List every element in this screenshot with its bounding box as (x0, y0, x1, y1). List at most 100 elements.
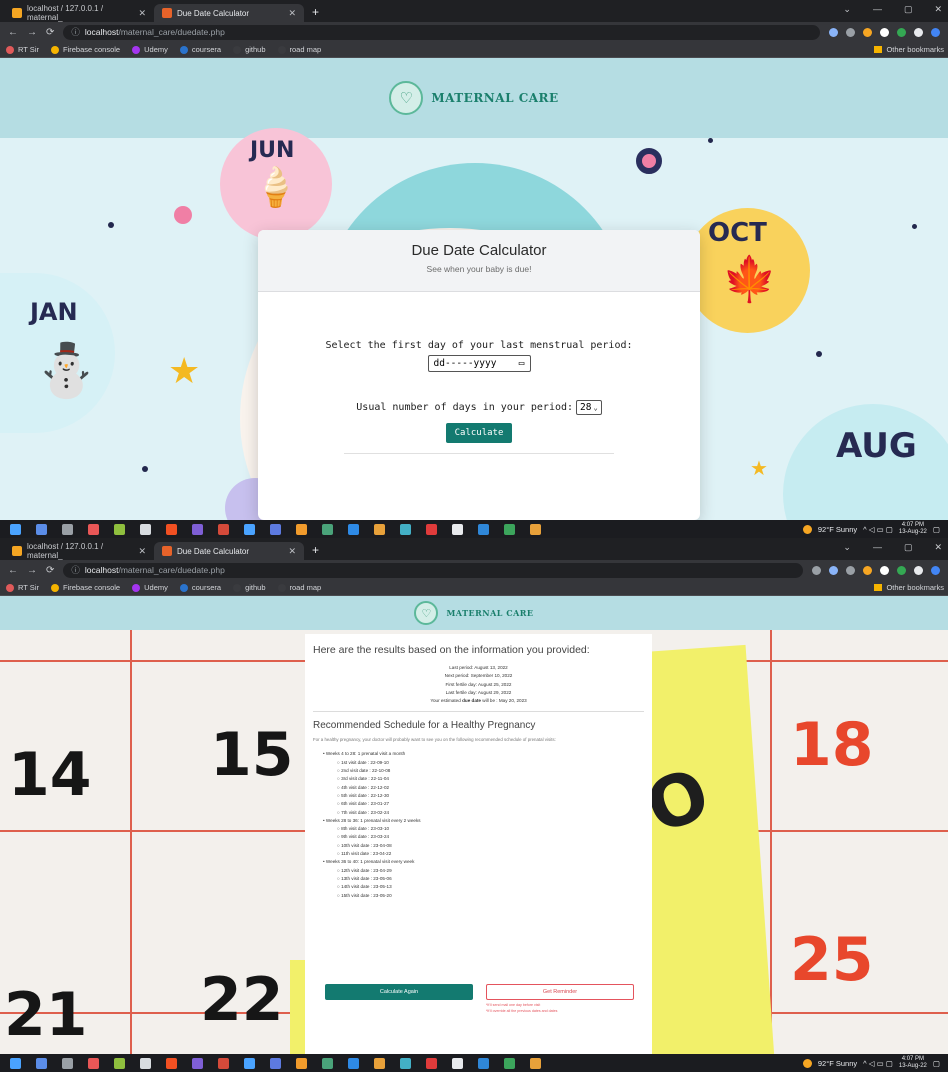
extension-icon[interactable] (863, 27, 872, 37)
bookmark-road-map[interactable]: road map (277, 583, 321, 592)
new-tab-icon[interactable]: + (304, 543, 327, 560)
taskbar-app-icon[interactable] (504, 1057, 515, 1069)
taskbar-app-icon[interactable] (452, 523, 463, 535)
taskbar-app-icon[interactable] (140, 1057, 151, 1069)
reload-icon[interactable]: ⟳ (46, 565, 54, 576)
calculate-button[interactable]: Calculate (445, 423, 513, 443)
taskbar-app-icon[interactable] (218, 523, 229, 535)
taskbar-app-icon[interactable] (426, 1057, 437, 1069)
taskbar-app-icon[interactable] (452, 1057, 463, 1069)
chrome-icon[interactable] (530, 523, 541, 535)
taskbar-app-icon[interactable] (36, 523, 47, 535)
logo-icon[interactable]: ♡ (414, 601, 439, 625)
taskbar-app-icon[interactable] (88, 523, 99, 535)
taskbar-app-icon[interactable] (400, 1057, 411, 1069)
taskbar-app-icon[interactable] (296, 523, 307, 535)
puzzle-icon[interactable] (914, 27, 923, 37)
clock[interactable]: 4:07 PM 13-Aug-22 (899, 522, 927, 536)
close-icon[interactable]: ✕ (138, 546, 146, 557)
close-icon[interactable]: ✕ (288, 546, 296, 557)
back-icon[interactable]: ← (8, 565, 18, 576)
close-icon[interactable]: ✕ (138, 8, 146, 19)
bookmark-road-map[interactable]: road map (277, 45, 321, 54)
taskbar-app-icon[interactable] (478, 523, 489, 535)
extension-icon[interactable] (880, 27, 889, 37)
close-window-icon[interactable]: ✕ (934, 542, 942, 553)
chrome-icon[interactable] (374, 523, 385, 535)
taskbar-app-icon[interactable] (36, 1057, 47, 1069)
forward-icon[interactable]: → (27, 27, 37, 38)
chrome-icon[interactable] (530, 1057, 541, 1069)
url-field[interactable]: ⓘ localhost/maternal_care/duedate.php (63, 24, 820, 40)
tab-search-icon[interactable]: ⌄ (843, 542, 851, 553)
days-select[interactable]: 28 ⌄ (576, 400, 602, 415)
taskbar-app-icon[interactable] (270, 523, 281, 535)
extension-icon[interactable] (880, 565, 889, 575)
bookmark-firebase[interactable]: Firebase console (50, 45, 120, 54)
bookmark-rt-sir[interactable]: RT Sir (6, 583, 39, 592)
profile-icon[interactable] (931, 565, 940, 575)
windows-start-icon[interactable] (10, 1057, 21, 1069)
taskbar-app-icon[interactable] (426, 523, 437, 535)
bookmark-github[interactable]: github (233, 45, 266, 54)
extension-icon[interactable] (897, 565, 906, 575)
clock[interactable]: 4:07 PM 13-Aug-22 (899, 1056, 927, 1070)
extension-icon[interactable] (863, 565, 872, 575)
taskbar-app-icon[interactable] (504, 523, 515, 535)
star-icon[interactable] (846, 565, 855, 575)
close-window-icon[interactable]: ✕ (934, 4, 942, 15)
bookmark-udemy[interactable]: Udemy (132, 583, 168, 592)
taskbar-app-icon[interactable] (114, 1057, 125, 1069)
taskbar-app-icon[interactable] (270, 1057, 281, 1069)
extension-icon[interactable] (897, 27, 906, 37)
forward-icon[interactable]: → (27, 565, 37, 576)
site-brand[interactable]: MATERNAL CARE (431, 91, 558, 105)
tab-phpmyadmin[interactable]: localhost / 127.0.0.1 / maternal_ ✕ (4, 4, 154, 22)
bookmark-rt-sir[interactable]: RT Sir (6, 45, 39, 54)
taskbar-app-icon[interactable] (192, 1057, 203, 1069)
site-brand[interactable]: MATERNAL CARE (446, 608, 533, 618)
taskbar-app-icon[interactable] (62, 1057, 73, 1069)
bookmark-udemy[interactable]: Udemy (132, 45, 168, 54)
bookmark-firebase[interactable]: Firebase console (50, 583, 120, 592)
other-bookmarks[interactable]: Other bookmarks (874, 45, 944, 54)
taskbar-app-icon[interactable] (218, 1057, 229, 1069)
share-icon[interactable] (829, 565, 838, 575)
taskbar-app-icon[interactable] (478, 1057, 489, 1069)
taskbar-app-icon[interactable] (192, 523, 203, 535)
calculate-again-button[interactable]: Calculate Again (325, 984, 473, 1000)
taskbar-app-icon[interactable] (62, 523, 73, 535)
other-bookmarks[interactable]: Other bookmarks (874, 583, 944, 592)
maximize-icon[interactable]: ▢ (904, 542, 913, 553)
back-icon[interactable]: ← (8, 27, 18, 38)
share-icon[interactable] (829, 27, 838, 37)
vscode-icon[interactable] (348, 523, 359, 535)
tray-icons[interactable]: ^ ◁ ▭ ▢ (863, 1059, 893, 1068)
bookmark-coursera[interactable]: coursera (179, 583, 221, 592)
windows-start-icon[interactable] (10, 523, 21, 535)
taskbar-app-icon[interactable] (166, 1057, 177, 1069)
notification-icon[interactable]: ▢ (933, 525, 940, 534)
taskbar-app-icon[interactable] (296, 1057, 307, 1069)
zoom-icon[interactable] (812, 565, 821, 575)
tray-icons[interactable]: ^ ◁ ▭ ▢ (863, 525, 893, 534)
taskbar-app-icon[interactable] (88, 1057, 99, 1069)
tab-due-date[interactable]: Due Date Calculator ✕ (154, 542, 304, 560)
taskbar-app-icon[interactable] (140, 523, 151, 535)
logo-icon[interactable]: ♡ (389, 81, 424, 115)
chrome-icon[interactable] (374, 1057, 385, 1069)
profile-icon[interactable] (931, 27, 940, 37)
bookmark-github[interactable]: github (233, 583, 266, 592)
minimize-icon[interactable]: — (873, 542, 882, 553)
taskbar-app-icon[interactable] (244, 523, 255, 535)
tab-search-icon[interactable]: ⌄ (843, 4, 851, 15)
close-icon[interactable]: ✕ (288, 8, 296, 19)
url-field[interactable]: ⓘ localhost/maternal_care/duedate.php (63, 562, 803, 578)
bookmark-coursera[interactable]: coursera (179, 45, 221, 54)
star-icon[interactable] (846, 27, 855, 37)
taskbar-app-icon[interactable] (166, 523, 177, 535)
taskbar-app-icon[interactable] (114, 523, 125, 535)
tab-phpmyadmin[interactable]: localhost / 127.0.0.1 / maternal_ ✕ (4, 542, 154, 560)
vscode-icon[interactable] (348, 1057, 359, 1069)
reload-icon[interactable]: ⟳ (46, 27, 54, 38)
